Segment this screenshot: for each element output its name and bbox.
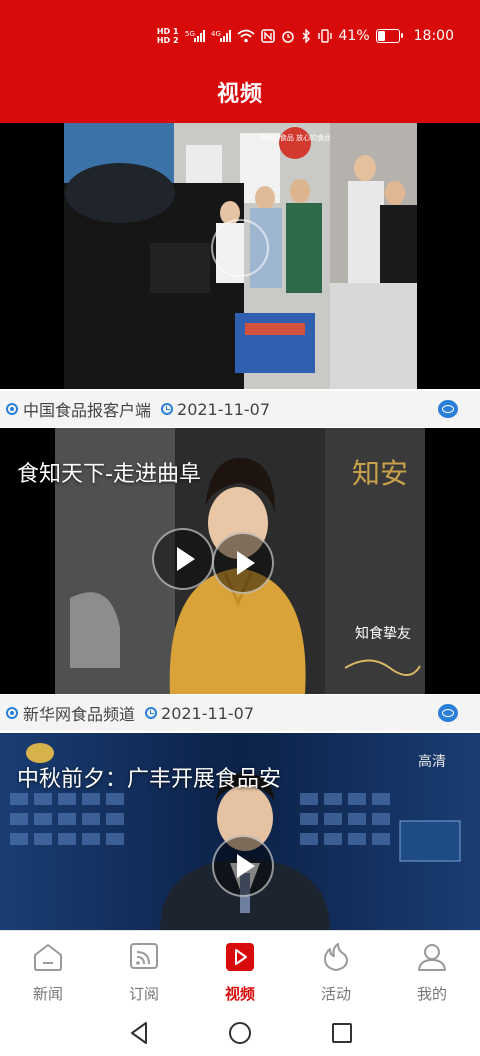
battery-fill	[377, 31, 385, 41]
tab-label: 视频	[224, 985, 255, 1003]
tab-profile[interactable]: 我的	[384, 931, 480, 1009]
hd2-badge: HD 2	[156, 36, 179, 45]
flame-icon	[324, 943, 348, 971]
video-source: 新华网食品频道	[23, 705, 136, 724]
clock-icon	[161, 403, 174, 415]
video-thumbnail-1[interactable]: 合格的食品 放心的食品	[0, 123, 480, 389]
back-icon[interactable]	[125, 1018, 155, 1048]
tab-label: 我的	[416, 985, 447, 1003]
video-thumbnail-image-1: 合格的食品 放心的食品	[0, 123, 480, 389]
signal1-icon: 5G	[185, 30, 205, 42]
status-icons: HD 1 HD 2 5G 4G 41% 18:00	[157, 27, 454, 45]
video-date: 2021-11-07	[161, 703, 254, 723]
tab-news[interactable]: 新闻	[0, 931, 96, 1009]
video-title-2: 食知天下-走进曲阜	[17, 462, 201, 487]
svg-text:知安: 知安	[352, 457, 408, 490]
svg-text:4G: 4G	[211, 30, 221, 38]
video-source: 中国食品报客户端	[23, 401, 152, 420]
tab-label: 新闻	[32, 985, 63, 1003]
video-card-2[interactable]: 知安 知食挚友 食知天下-走进曲阜 新华网食品频道 2021-11-07	[0, 428, 480, 732]
system-nav-bar	[0, 1010, 480, 1056]
tab-video[interactable]: 视频	[192, 931, 288, 1009]
video-meta-1: 中国食品报客户端 2021-11-07	[0, 391, 480, 427]
app-header: HD 1 HD 2 5G 4G 41% 18:00 视频	[0, 0, 480, 123]
signal2-icon: 4G	[211, 30, 231, 42]
vibrate-icon	[317, 29, 332, 43]
wifi-icon	[236, 29, 255, 43]
view-eye-icon[interactable]	[438, 704, 458, 722]
video-thumbnail-2[interactable]: 知安 知食挚友 食知天下-走进曲阜	[0, 428, 480, 694]
video-meta-2: 新华网食品频道 2021-11-07	[0, 695, 480, 731]
status-bar: HD 1 HD 2 5G 4G 41% 18:00	[0, 20, 480, 52]
video-card-1[interactable]: 合格的食品 放心的食品 中国食品报客户端 2021-11-07	[0, 123, 480, 427]
video-date: 2021-11-07	[177, 399, 270, 419]
video-card-3[interactable]: 高清 中秋前夕：广丰开展食品安	[0, 733, 480, 930]
home-circle-icon[interactable]	[225, 1018, 255, 1048]
play-button-icon-3[interactable]	[212, 835, 274, 897]
bluetooth-icon	[302, 29, 310, 43]
svg-text:高清: 高清	[418, 753, 446, 770]
video-play-icon	[226, 943, 254, 971]
video-title-3: 中秋前夕：广丰开展食品安	[17, 767, 282, 792]
hd-badges: HD 1 HD 2	[157, 27, 179, 45]
user-icon	[418, 944, 446, 971]
battery-percent: 41%	[338, 28, 370, 44]
play-button-icon[interactable]	[152, 528, 214, 590]
rss-icon	[130, 943, 158, 969]
hd1-badge: HD 1	[156, 27, 179, 36]
source-icon	[6, 707, 18, 719]
svg-text:知食挚友: 知食挚友	[355, 625, 411, 642]
tab-label: 活动	[320, 985, 351, 1003]
svg-text:合格的食品 放心的食品: 合格的食品 放心的食品	[259, 133, 331, 142]
video-thumbnail-3[interactable]: 高清 中秋前夕：广丰开展食品安	[0, 733, 480, 930]
bottom-tab-bar: 新闻 订阅 视频 活动 我的	[0, 930, 480, 1011]
view-eye-icon[interactable]	[438, 400, 458, 418]
clock-time: 18:00	[413, 28, 454, 44]
svg-text:5G: 5G	[185, 30, 195, 38]
source-icon	[6, 403, 18, 415]
play-button-icon-2[interactable]	[212, 532, 274, 594]
nfc-icon	[260, 29, 275, 43]
battery-icon	[375, 29, 403, 43]
page-title: 视频	[216, 82, 263, 107]
recent-apps-icon[interactable]	[327, 1018, 357, 1048]
tab-subscribe[interactable]: 订阅	[96, 931, 192, 1009]
clock-icon	[145, 707, 158, 719]
tab-activity[interactable]: 活动	[288, 931, 384, 1009]
home-icon	[34, 944, 62, 971]
tab-label: 订阅	[128, 985, 159, 1003]
alarm-icon	[281, 31, 294, 43]
